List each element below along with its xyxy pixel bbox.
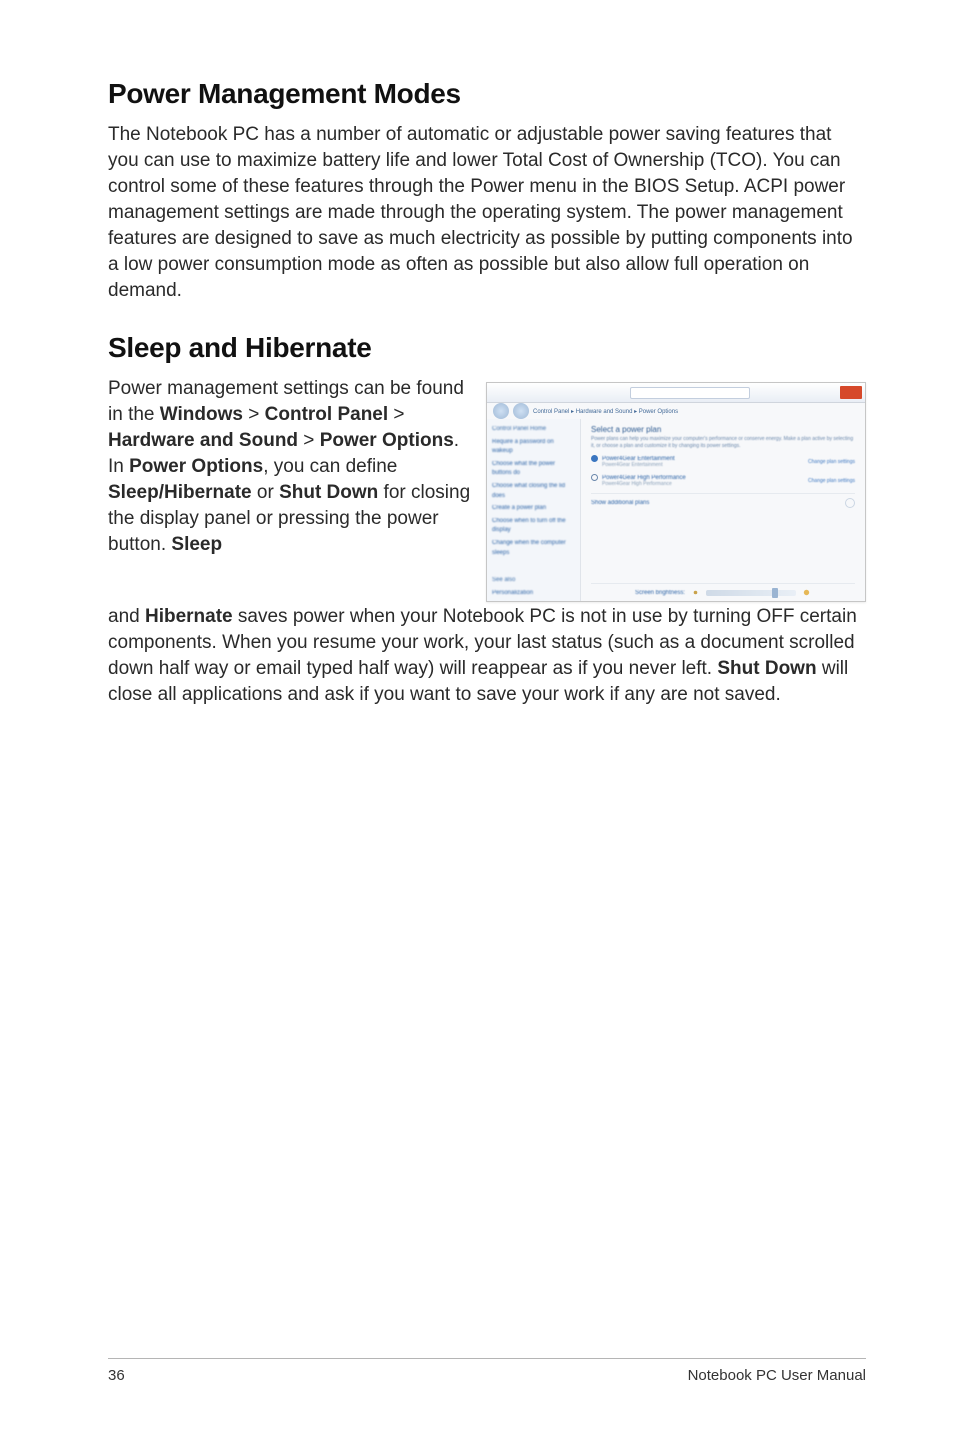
sun-dim-icon bbox=[691, 588, 700, 597]
power-plan-row: Power4Gear Entertainment Power4Gear Ente… bbox=[591, 455, 855, 468]
manual-title: Notebook PC User Manual bbox=[688, 1367, 866, 1384]
change-settings-link: Change plan settings bbox=[808, 459, 855, 465]
page-footer: 36 Notebook PC User Manual bbox=[108, 1358, 866, 1384]
sidebar-item: Choose what closing the lid does bbox=[492, 482, 575, 501]
text-fragment: > bbox=[298, 430, 320, 451]
brightness-slider bbox=[706, 590, 796, 596]
page-number: 36 bbox=[108, 1367, 125, 1384]
plan-label: Power4Gear Entertainment bbox=[602, 456, 675, 462]
see-also-header: See also bbox=[492, 576, 575, 586]
bold-power-options-2: Power Options bbox=[129, 456, 263, 477]
sidebar-item: Change when the computer sleeps bbox=[492, 539, 575, 558]
panel-description: Power plans can help you maximize your c… bbox=[591, 436, 855, 449]
panel-title: Select a power plan bbox=[591, 425, 855, 434]
brightness-label: Screen brightness: bbox=[635, 590, 685, 596]
bold-hardware-sound: Hardware and Sound bbox=[108, 430, 298, 451]
bold-power-options: Power Options bbox=[320, 430, 454, 451]
sidebar: Control Panel Home Require a password on… bbox=[487, 419, 581, 601]
sidebar-item: Create a power plan bbox=[492, 504, 575, 514]
bold-control-panel: Control Panel bbox=[265, 404, 389, 425]
bold-shut-down: Shut Down bbox=[279, 482, 378, 503]
text-fragment: > bbox=[243, 404, 265, 425]
close-icon bbox=[840, 386, 862, 399]
heading-power-management: Power Management Modes bbox=[108, 78, 866, 110]
show-additional-label: Show additional plans bbox=[591, 500, 649, 506]
chevron-down-icon bbox=[845, 498, 855, 508]
sun-bright-icon bbox=[802, 588, 811, 597]
slider-knob bbox=[772, 588, 778, 598]
bold-windows: Windows bbox=[160, 404, 243, 425]
breadcrumb-text: Control Panel ▸ Hardware and Sound ▸ Pow… bbox=[533, 408, 678, 415]
main-panel: Select a power plan Power plans can help… bbox=[581, 419, 865, 601]
para-power-management: The Notebook PC has a number of automati… bbox=[108, 122, 866, 304]
radio-icon bbox=[591, 474, 598, 481]
sidebar-item: Require a password on wakeup bbox=[492, 438, 575, 457]
text-fragment: > bbox=[388, 404, 404, 425]
power-plan-row: Power4Gear High Performance Power4Gear H… bbox=[591, 474, 855, 487]
forward-icon bbox=[513, 403, 529, 419]
breadcrumb: Control Panel ▸ Hardware and Sound ▸ Pow… bbox=[487, 403, 865, 419]
search-field bbox=[630, 387, 750, 399]
show-additional-row: Show additional plans bbox=[591, 493, 855, 508]
plan-sublabel: Power4Gear Entertainment bbox=[602, 462, 675, 468]
see-also-item: Personalization bbox=[492, 589, 575, 599]
see-also-item: Windows Mobility Center bbox=[492, 601, 575, 602]
radio-icon bbox=[591, 455, 598, 462]
sidebar-header: Control Panel Home bbox=[492, 425, 575, 435]
bold-shut-down-2: Shut Down bbox=[717, 658, 816, 679]
heading-sleep-hibernate: Sleep and Hibernate bbox=[108, 332, 866, 364]
window-titlebar bbox=[487, 383, 865, 403]
text-fragment: , you can define bbox=[263, 456, 397, 477]
plan-sublabel: Power4Gear High Performance bbox=[602, 481, 686, 487]
para-sleep-continued: and Hibernate saves power when your Note… bbox=[108, 604, 866, 708]
sidebar-item: Choose when to turn off the display bbox=[492, 517, 575, 536]
text-fragment: or bbox=[252, 482, 279, 503]
figure-power-options-window: Control Panel ▸ Hardware and Sound ▸ Pow… bbox=[486, 382, 866, 602]
sidebar-item: Choose what the power buttons do bbox=[492, 460, 575, 479]
bold-sleep-hibernate: Sleep/Hibernate bbox=[108, 482, 252, 503]
bold-hibernate: Hibernate bbox=[145, 606, 233, 627]
para-sleep-settings: Power management settings can be found i… bbox=[108, 376, 472, 558]
plan-label: Power4Gear High Performance bbox=[602, 475, 686, 481]
text-fragment: and bbox=[108, 606, 145, 627]
bold-sleep: Sleep bbox=[171, 534, 222, 555]
back-icon bbox=[493, 403, 509, 419]
brightness-row: Screen brightness: bbox=[591, 583, 855, 597]
change-settings-link: Change plan settings bbox=[808, 478, 855, 484]
